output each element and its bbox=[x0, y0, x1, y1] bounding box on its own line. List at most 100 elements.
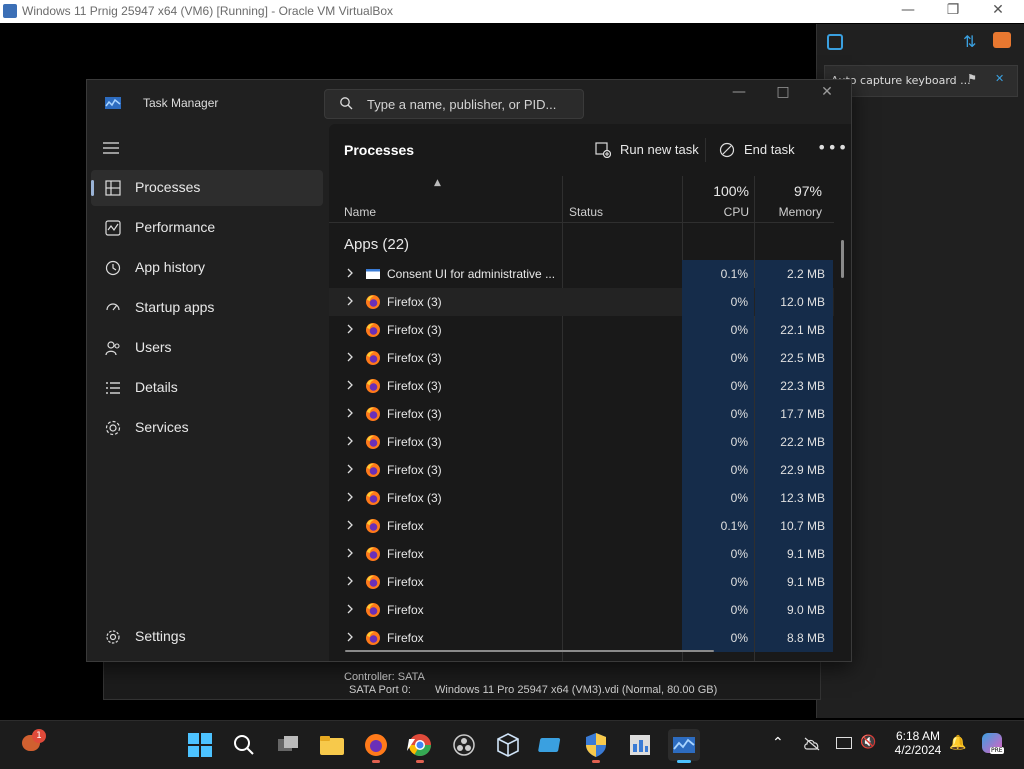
volume-muted-icon[interactable]: 🔇 bbox=[860, 735, 876, 750]
window-icon bbox=[538, 738, 561, 752]
nav-label: App history bbox=[135, 259, 206, 275]
file-explorer-button[interactable] bbox=[316, 729, 348, 761]
virtualbox-taskbar-button[interactable] bbox=[492, 729, 524, 761]
chevron-right-icon[interactable] bbox=[345, 491, 355, 503]
chat-icon[interactable] bbox=[827, 34, 843, 50]
performance-icon bbox=[105, 220, 121, 236]
table-row[interactable]: Firefox (3) 0% 22.9 MB bbox=[329, 456, 834, 484]
search-box[interactable] bbox=[324, 89, 584, 119]
chevron-right-icon[interactable] bbox=[345, 631, 355, 643]
memory-cell: 22.9 MB bbox=[755, 456, 833, 484]
chevron-right-icon[interactable] bbox=[345, 547, 355, 559]
tm-close-button[interactable]: ✕ bbox=[812, 84, 842, 104]
table-row[interactable]: Firefox 0.1% 10.7 MB bbox=[329, 512, 834, 540]
memory-value: 22.5 MB bbox=[780, 351, 825, 365]
cpu-column-header[interactable]: CPU bbox=[689, 205, 749, 219]
chevron-right-icon[interactable] bbox=[345, 575, 355, 587]
nav-label: Startup apps bbox=[135, 299, 215, 315]
network-icon[interactable] bbox=[836, 737, 852, 749]
cloud-off-icon[interactable] bbox=[803, 736, 821, 751]
chevron-right-icon[interactable] bbox=[345, 323, 355, 335]
obs-taskbar-button[interactable] bbox=[448, 729, 480, 761]
maximize-button[interactable]: ❐ bbox=[938, 2, 968, 22]
memory-cell: 2.2 MB bbox=[755, 260, 833, 288]
start-button[interactable] bbox=[184, 729, 216, 761]
chevron-right-icon[interactable] bbox=[345, 519, 355, 531]
table-row[interactable]: Firefox 0% 9.1 MB bbox=[329, 568, 834, 596]
table-row[interactable]: Firefox 0% 9.0 MB bbox=[329, 596, 834, 624]
chevron-right-icon[interactable] bbox=[345, 351, 355, 363]
system-clock[interactable]: 6:18 AM 4/2/2024 bbox=[888, 729, 948, 757]
status-column-header[interactable]: Status bbox=[569, 205, 603, 219]
hamburger-menu-icon[interactable] bbox=[103, 142, 119, 154]
horizontal-scrollbar-thumb[interactable] bbox=[345, 650, 714, 652]
tool-taskbar-button[interactable] bbox=[624, 729, 656, 761]
dismiss-icon[interactable]: ✕ bbox=[995, 72, 1004, 85]
task-manager-taskbar-button[interactable] bbox=[668, 729, 700, 763]
chevron-right-icon[interactable] bbox=[345, 379, 355, 391]
run-new-task-icon bbox=[595, 142, 611, 158]
nav-processes[interactable]: Processes bbox=[91, 170, 323, 206]
table-row[interactable]: Firefox (3) 0% 22.2 MB bbox=[329, 428, 834, 456]
memory-value: 12.0 MB bbox=[780, 295, 825, 309]
weather-badge: 1 bbox=[32, 729, 46, 743]
notification-bell-icon[interactable]: 🔔 bbox=[949, 735, 966, 751]
run-new-task-button[interactable]: Run new task bbox=[595, 136, 699, 164]
search-button[interactable] bbox=[228, 729, 260, 761]
nav-label: Services bbox=[135, 419, 189, 435]
end-task-button[interactable]: End task bbox=[719, 136, 795, 164]
nav-details[interactable]: Details bbox=[91, 370, 323, 406]
tools-icon[interactable] bbox=[993, 32, 1011, 48]
chevron-right-icon[interactable] bbox=[345, 435, 355, 447]
taskbar: 1 ⌃ 🔇 6:18 AM 4/2/2024 🔔 PRE bbox=[0, 720, 1024, 769]
table-row[interactable]: Firefox 0% 9.1 MB bbox=[329, 540, 834, 568]
memory-column-header[interactable]: Memory bbox=[759, 205, 822, 219]
firefox-taskbar-button[interactable] bbox=[360, 729, 392, 763]
memory-value: 9.0 MB bbox=[786, 603, 825, 617]
weather-widget[interactable]: 1 bbox=[18, 729, 50, 761]
table-row[interactable]: Firefox (3) 0% 12.3 MB bbox=[329, 484, 834, 512]
nav-startup-apps[interactable]: Startup apps bbox=[91, 290, 323, 326]
task-view-button[interactable] bbox=[272, 729, 304, 761]
process-name: Firefox (3) bbox=[387, 463, 442, 477]
table-row[interactable]: Firefox 0% 8.8 MB bbox=[329, 624, 834, 652]
nav-users[interactable]: Users bbox=[91, 330, 323, 366]
tm-maximize-button[interactable]: □ bbox=[768, 84, 798, 104]
more-options-icon[interactable]: ••• bbox=[817, 138, 848, 157]
process-list: Consent UI for administrative ... 0.1% 2.2… bbox=[329, 260, 834, 661]
table-row[interactable]: Firefox (3) 0% 22.3 MB bbox=[329, 372, 834, 400]
process-name: Firefox (3) bbox=[387, 407, 442, 421]
chevron-right-icon[interactable] bbox=[345, 295, 355, 307]
chevron-up-icon[interactable]: ⌃ bbox=[772, 735, 784, 751]
close-button[interactable]: ✕ bbox=[983, 2, 1013, 22]
vertical-scrollbar-thumb[interactable] bbox=[841, 240, 844, 278]
firefox-icon bbox=[365, 378, 381, 394]
copilot-button[interactable]: PRE bbox=[980, 731, 1006, 757]
table-row[interactable]: Firefox (3) 0% 17.7 MB bbox=[329, 400, 834, 428]
table-row[interactable]: Firefox (3) 0% 22.5 MB bbox=[329, 344, 834, 372]
firefox-icon bbox=[365, 518, 381, 534]
security-taskbar-button[interactable] bbox=[580, 729, 612, 763]
nav-settings[interactable]: Settings bbox=[91, 619, 323, 655]
table-row[interactable]: Firefox (3) 0% 22.1 MB bbox=[329, 316, 834, 344]
tm-minimize-button[interactable]: — bbox=[724, 84, 754, 104]
sort-icon[interactable]: ⇅ bbox=[963, 32, 976, 51]
process-name: Firefox (3) bbox=[387, 295, 442, 309]
table-row[interactable]: Consent UI for administrative ... 0.1% 2.2… bbox=[329, 260, 834, 288]
search-input[interactable] bbox=[365, 93, 579, 115]
chevron-right-icon[interactable] bbox=[345, 407, 355, 419]
chevron-right-icon[interactable] bbox=[345, 603, 355, 615]
name-column-header[interactable]: Name bbox=[344, 205, 376, 219]
memory-cell: 10.7 MB bbox=[755, 512, 833, 540]
nav-app-history[interactable]: App history bbox=[91, 250, 323, 286]
cpu-value: 0.1% bbox=[720, 267, 748, 281]
chevron-right-icon[interactable] bbox=[345, 267, 355, 279]
flag-icon[interactable]: ⚑ bbox=[967, 72, 977, 85]
nav-performance[interactable]: Performance bbox=[91, 210, 323, 246]
app-taskbar-button[interactable] bbox=[536, 729, 568, 761]
chevron-right-icon[interactable] bbox=[345, 463, 355, 475]
controller-label: Controller: SATA bbox=[344, 671, 425, 683]
table-row[interactable]: Firefox (3) 0% 12.0 MB bbox=[329, 288, 834, 316]
minimize-button[interactable]: — bbox=[893, 2, 923, 22]
nav-services[interactable]: Services bbox=[91, 410, 323, 446]
